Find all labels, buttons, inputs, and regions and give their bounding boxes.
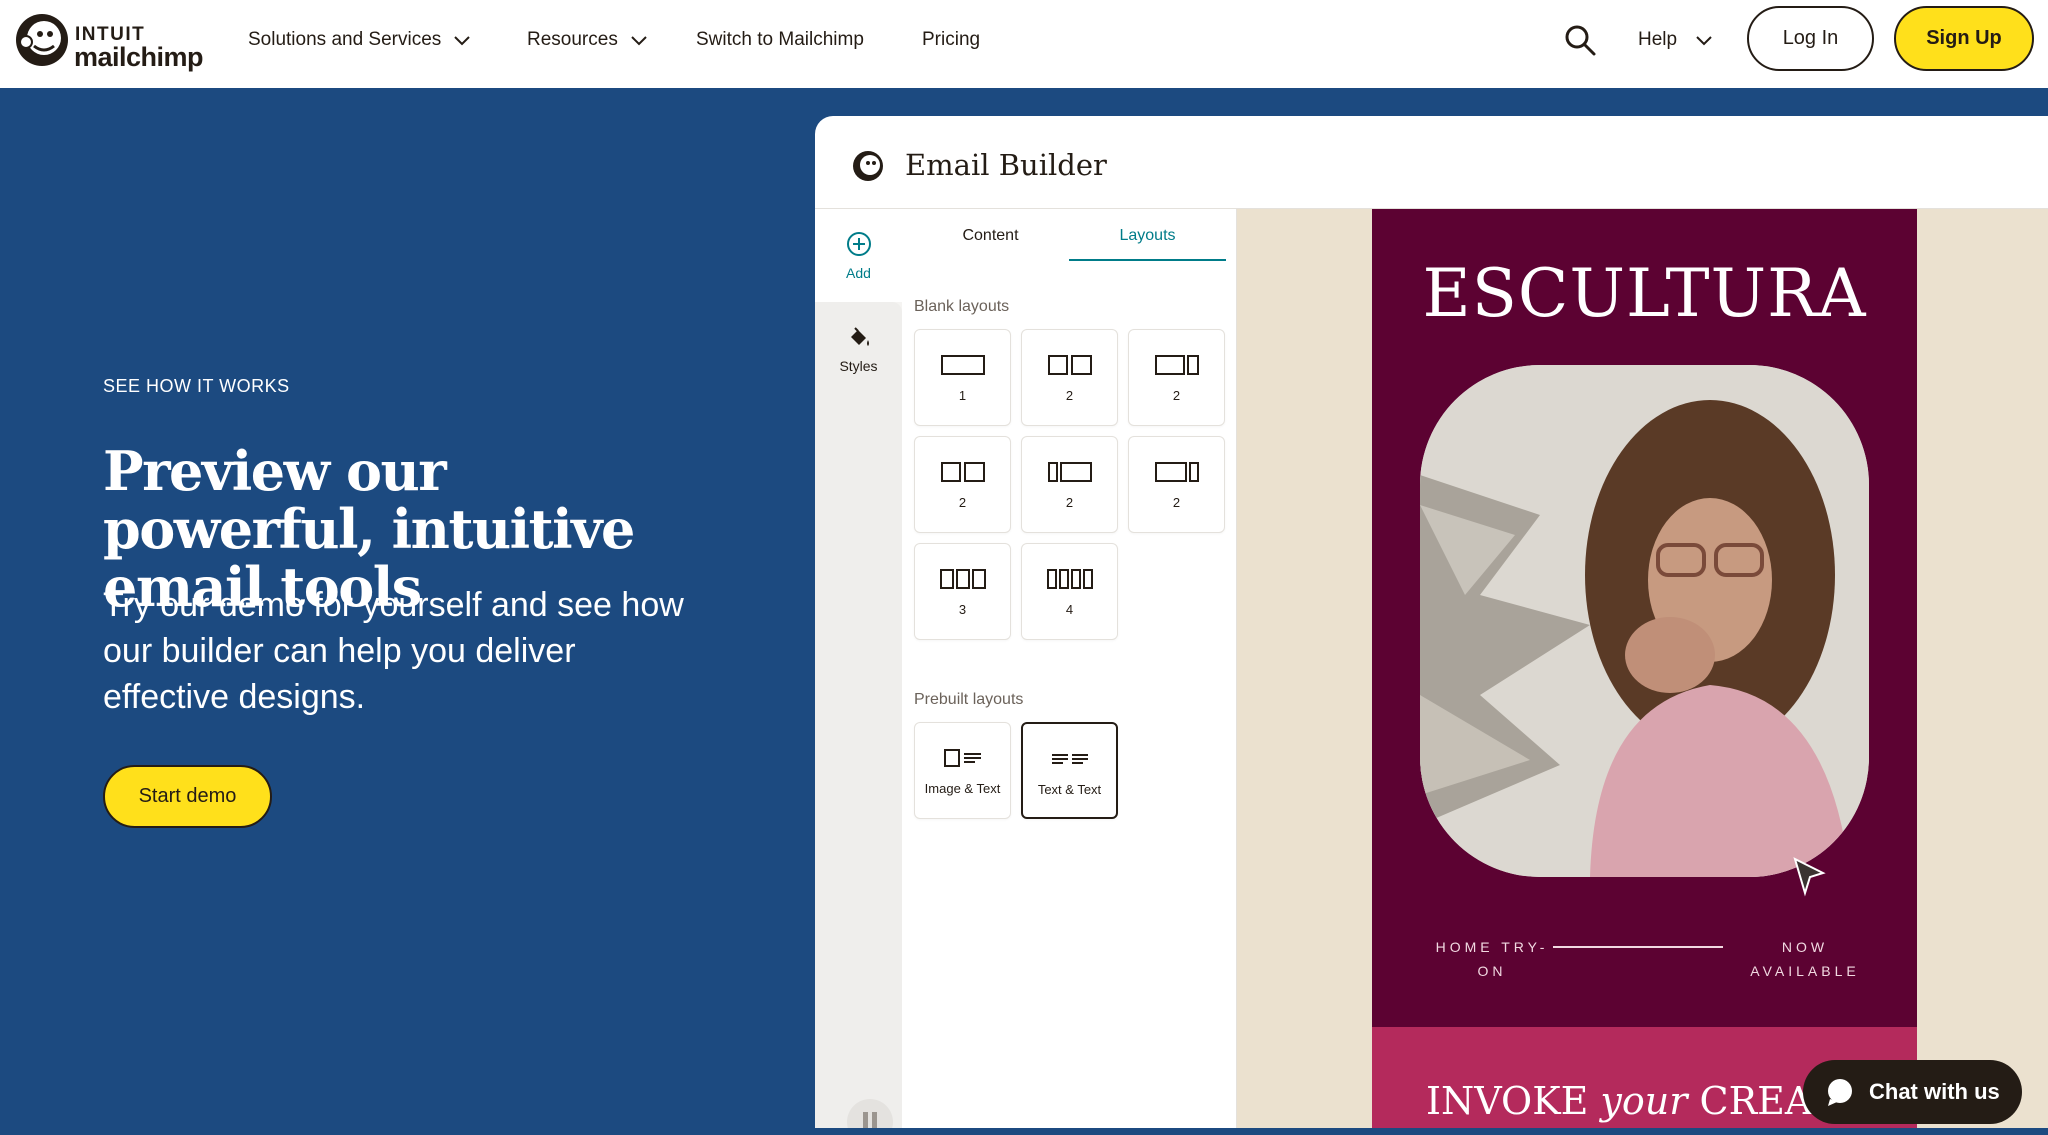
mouse-cursor-icon bbox=[1793, 857, 1826, 897]
chat-bubble-icon bbox=[1828, 1079, 1852, 1106]
builder-tool-rail: Add Styles bbox=[815, 209, 902, 1128]
start-demo-button[interactable]: Start demo bbox=[103, 765, 272, 828]
rail-add-label: Add bbox=[846, 265, 871, 281]
nav-help[interactable]: Help bbox=[1638, 26, 1713, 54]
login-button[interactable]: Log In bbox=[1747, 6, 1874, 71]
search-icon[interactable] bbox=[1563, 23, 1597, 57]
email-footer-divider bbox=[1553, 946, 1723, 948]
invoke-word: INVOKE bbox=[1426, 1079, 1589, 1123]
layout-caption: 4 bbox=[1065, 602, 1074, 617]
nav-switch-to-mailchimp[interactable]: Switch to Mailchimp bbox=[696, 26, 864, 54]
builder-title: Email Builder bbox=[905, 148, 1107, 182]
layout-caption: 3 bbox=[958, 602, 967, 617]
three-column-layout-icon bbox=[939, 569, 986, 589]
layout-caption: 2 bbox=[1172, 495, 1181, 510]
email-invoke-text: INVOKE your CREATI bbox=[1426, 1079, 1851, 1123]
tab-content[interactable]: Content bbox=[912, 227, 1069, 261]
email-hero-photo bbox=[1420, 365, 1869, 877]
email-footer-now-available: NOW AVAILABLE bbox=[1750, 939, 1860, 979]
layout-tile-text-text[interactable]: Text & Text bbox=[1021, 722, 1118, 819]
pause-icon bbox=[863, 1112, 877, 1128]
freddie-logo-icon bbox=[853, 151, 883, 181]
layout-tile-2-column-wide-right[interactable]: 2 bbox=[1021, 436, 1118, 533]
mailchimp-logo[interactable]: INTUIT mailchimp bbox=[14, 12, 214, 72]
layout-caption: Image & Text bbox=[924, 781, 1001, 796]
chat-label: Chat with us bbox=[1869, 1079, 2000, 1104]
layout-caption: 2 bbox=[1065, 495, 1074, 510]
nav-solutions-label: Solutions and Services bbox=[248, 29, 442, 50]
hero-subtext: Try our demo for yourself and see how ou… bbox=[103, 586, 684, 716]
two-column-wide-left-icon bbox=[1154, 462, 1199, 482]
email-preview-canvas: ESCULTURA HOME TRY-ON NOW AVAILABLE INVO… bbox=[1237, 209, 2048, 1128]
two-column-wide-left-icon bbox=[1154, 355, 1199, 375]
nav-solutions-services[interactable]: Solutions and Services bbox=[248, 26, 471, 54]
chevron-down-icon bbox=[1696, 36, 1712, 46]
rail-background bbox=[815, 392, 902, 1128]
layout-caption: 2 bbox=[1065, 388, 1074, 403]
rail-styles-label: Styles bbox=[839, 358, 878, 374]
nav-help-label: Help bbox=[1638, 29, 1678, 50]
hero-section: SEE HOW IT WORKS Preview our powerful, i… bbox=[0, 88, 2048, 1135]
layouts-panel: Content Layouts Blank layouts 1 2 2 2 2 … bbox=[902, 209, 1237, 1128]
one-column-layout-icon bbox=[940, 355, 985, 375]
prebuilt-layouts-heading: Prebuilt layouts bbox=[914, 691, 1024, 708]
two-column-layout-icon bbox=[940, 462, 985, 482]
two-column-layout-icon bbox=[1047, 355, 1092, 375]
pause-button[interactable] bbox=[847, 1099, 893, 1128]
rail-add-button[interactable]: Add bbox=[815, 209, 902, 302]
text-text-layout-icon bbox=[1051, 754, 1088, 764]
layout-tile-1-column[interactable]: 1 bbox=[914, 329, 1011, 426]
email-brand-title: ESCULTURA bbox=[1422, 255, 1867, 332]
portrait-photo-image bbox=[1420, 365, 1869, 877]
rail-styles-button[interactable]: Styles bbox=[815, 302, 902, 392]
layout-tile-4-column[interactable]: 4 bbox=[1021, 543, 1118, 640]
layout-tile-2-column-equal[interactable]: 2 bbox=[1021, 329, 1118, 426]
layout-tile-2-column-equal-alt[interactable]: 2 bbox=[914, 436, 1011, 533]
freddie-logo-icon bbox=[16, 14, 68, 66]
layout-tile-2-column-wide-left-alt[interactable]: 2 bbox=[1128, 436, 1225, 533]
four-column-layout-icon bbox=[1046, 569, 1093, 589]
layout-caption: 2 bbox=[958, 495, 967, 510]
logo-mailchimp-text: mailchimp bbox=[74, 42, 204, 72]
two-column-wide-right-icon bbox=[1047, 462, 1092, 482]
tab-layouts[interactable]: Layouts bbox=[1069, 227, 1226, 261]
layout-caption: Text & Text bbox=[1037, 782, 1102, 797]
layout-caption: 1 bbox=[958, 388, 967, 403]
image-text-layout-icon bbox=[943, 749, 981, 767]
your-word: your bbox=[1600, 1079, 1688, 1123]
layout-caption: 2 bbox=[1172, 388, 1181, 403]
email-preview[interactable]: ESCULTURA HOME TRY-ON NOW AVAILABLE INVO… bbox=[1372, 209, 1917, 1128]
chat-with-us-button[interactable]: Chat with us bbox=[1803, 1060, 2022, 1124]
add-circle-icon bbox=[846, 232, 871, 256]
paint-bucket-icon bbox=[850, 327, 869, 346]
blank-layouts-heading: Blank layouts bbox=[914, 298, 1010, 315]
chevron-down-icon bbox=[454, 36, 470, 46]
layout-tile-image-text[interactable]: Image & Text bbox=[914, 722, 1011, 819]
email-builder-window: Email Builder Add Styles Content Layouts… bbox=[815, 116, 2048, 1128]
nav-resources-label: Resources bbox=[527, 29, 618, 50]
nav-pricing-label: Pricing bbox=[922, 29, 981, 50]
nav-pricing[interactable]: Pricing bbox=[922, 26, 980, 54]
nav-resources[interactable]: Resources bbox=[527, 26, 648, 54]
chevron-down-icon bbox=[631, 36, 647, 46]
hero-eyebrow: SEE HOW IT WORKS bbox=[103, 376, 290, 396]
layout-tile-2-column-wide-left[interactable]: 2 bbox=[1128, 329, 1225, 426]
layout-tile-3-column[interactable]: 3 bbox=[914, 543, 1011, 640]
builder-header: Email Builder bbox=[815, 116, 2048, 209]
nav-switch-label: Switch to Mailchimp bbox=[696, 29, 864, 50]
top-navigation: INTUIT mailchimp Solutions and Services … bbox=[0, 0, 2048, 88]
signup-button[interactable]: Sign Up bbox=[1894, 6, 2034, 71]
email-footer-home-tryon: HOME TRY-ON bbox=[1435, 939, 1549, 979]
